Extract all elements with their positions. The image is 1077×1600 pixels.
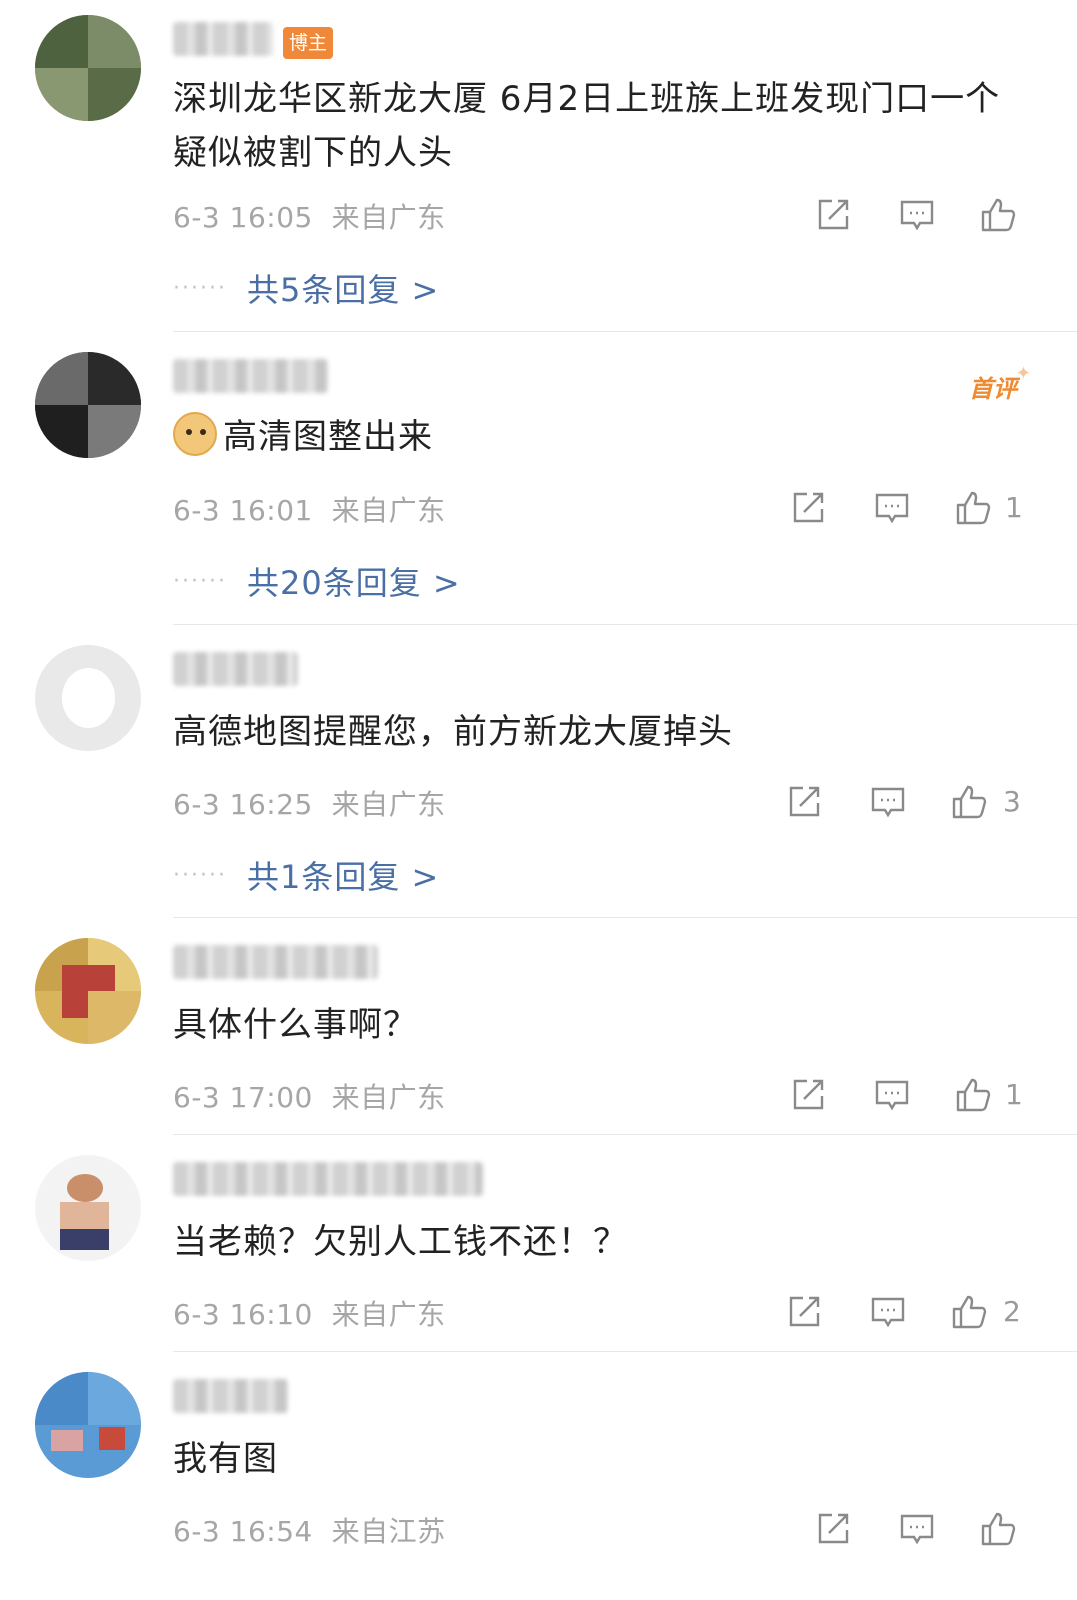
share-icon[interactable] <box>787 487 829 529</box>
like-count: 3 <box>1003 785 1021 818</box>
share-icon[interactable] <box>787 1074 829 1116</box>
avatar[interactable] <box>35 938 141 1044</box>
comment-time: 6-3 16:05 <box>173 201 313 234</box>
share-icon[interactable] <box>812 1508 854 1550</box>
thumbs-up-icon[interactable] <box>978 1508 1020 1550</box>
username-blurred[interactable] <box>173 359 328 393</box>
thumbs-up-icon[interactable] <box>949 781 991 823</box>
comment-text: 当老赖？欠别人工钱不还！？ <box>173 1222 628 1262</box>
replies-count[interactable]: 共20条回复 > <box>247 564 461 602</box>
username-blurred[interactable] <box>173 652 298 686</box>
avatar[interactable] <box>35 645 141 751</box>
thumbs-up-icon[interactable] <box>978 194 1020 236</box>
comment-location: 来自江苏 <box>331 1515 446 1548</box>
view-replies-link[interactable]: ······ 共1条回复 > <box>173 852 439 898</box>
username-blurred[interactable] <box>173 1379 288 1413</box>
first-comment-badge: 首评 ✦ <box>969 363 1031 404</box>
comment-meta: 6-3 16:05 来自广东 <box>173 196 446 236</box>
comment-time: 6-3 17:00 <box>173 1081 313 1114</box>
comment-time: 6-3 16:10 <box>173 1298 313 1331</box>
divider <box>173 1134 1077 1135</box>
replies-count[interactable]: 共1条回复 > <box>247 858 439 896</box>
reply-dots: ······ <box>173 569 227 594</box>
divider <box>173 331 1077 332</box>
comment-meta: 6-3 16:01 来自广东 <box>173 489 446 529</box>
comment-icon[interactable] <box>867 1291 909 1333</box>
divider <box>173 917 1077 918</box>
reply-dots: ······ <box>173 863 227 888</box>
avatar[interactable] <box>35 352 141 458</box>
comment-text: 高清图整出来 <box>173 410 1023 464</box>
replies-count[interactable]: 共5条回复 > <box>247 271 439 309</box>
reply-dots: ······ <box>173 276 227 301</box>
share-icon[interactable] <box>783 781 825 823</box>
comment-icon[interactable] <box>896 194 938 236</box>
comment-location: 来自广东 <box>331 494 446 527</box>
blogger-badge: 博主 <box>283 27 334 59</box>
avatar[interactable] <box>35 1155 141 1261</box>
comment-time: 6-3 16:01 <box>173 494 313 527</box>
comment-icon[interactable] <box>871 487 913 529</box>
like-count: 1 <box>1005 1078 1023 1111</box>
comment-time: 6-3 16:54 <box>173 1515 313 1548</box>
comment-meta: 6-3 16:10 来自广东 <box>173 1293 446 1333</box>
comment-meta: 6-3 16:25 来自广东 <box>173 783 446 823</box>
comment-actions: 2 <box>783 1291 1027 1335</box>
username-blurred[interactable] <box>173 1162 483 1196</box>
comment-actions: 1 <box>787 487 1027 531</box>
comment-actions <box>812 194 1022 238</box>
username-blurred[interactable] <box>173 22 273 56</box>
thumbs-up-icon[interactable] <box>949 1291 991 1333</box>
comment-actions: 1 <box>787 1074 1027 1118</box>
view-replies-link[interactable]: ······ 共20条回复 > <box>173 558 461 604</box>
comment-meta: 6-3 16:54 来自江苏 <box>173 1510 446 1550</box>
divider <box>173 624 1077 625</box>
like-count: 2 <box>1003 1295 1021 1328</box>
doge-emoji-icon <box>173 412 217 456</box>
avatar[interactable] <box>35 1372 141 1478</box>
comment-actions <box>812 1508 1022 1552</box>
thumbs-up-icon[interactable] <box>953 487 995 529</box>
comment-location: 来自广东 <box>331 1081 446 1114</box>
comment-text-body: 高清图整出来 <box>223 417 433 457</box>
comment-location: 来自广东 <box>331 201 446 234</box>
comment-location: 来自广东 <box>331 788 446 821</box>
comment-location: 来自广东 <box>331 1298 446 1331</box>
thumbs-up-icon[interactable] <box>953 1074 995 1116</box>
sparkle-icon: ✦ <box>1015 363 1031 384</box>
share-icon[interactable] <box>783 1291 825 1333</box>
comment-icon[interactable] <box>871 1074 913 1116</box>
share-icon[interactable] <box>812 194 854 236</box>
username-blurred[interactable] <box>173 945 378 979</box>
comment-text: 深圳龙华区新龙大厦 6月2日上班族上班发现门口一个疑似被割下的人头 <box>173 79 1001 173</box>
comment-time: 6-3 16:25 <box>173 788 313 821</box>
comment-icon[interactable] <box>867 781 909 823</box>
comment-icon[interactable] <box>896 1508 938 1550</box>
comment-actions: 3 <box>783 781 1027 825</box>
divider <box>173 1351 1077 1352</box>
comment-meta: 6-3 17:00 来自广东 <box>173 1076 446 1116</box>
first-comment-badge-label: 首评 <box>969 375 1017 403</box>
comment-text: 具体什么事啊？ <box>173 1005 418 1045</box>
comment-text: 高德地图提醒您，前方新龙大厦掉头 <box>173 712 733 752</box>
avatar[interactable] <box>35 15 141 121</box>
view-replies-link[interactable]: ······ 共5条回复 > <box>173 265 439 311</box>
like-count: 1 <box>1005 491 1023 524</box>
comment-list: 博主 深圳龙华区新龙大厦 6月2日上班族上班发现门口一个疑似被割下的人头 6-3… <box>0 0 1077 1600</box>
comment-text: 我有图 <box>173 1439 278 1479</box>
